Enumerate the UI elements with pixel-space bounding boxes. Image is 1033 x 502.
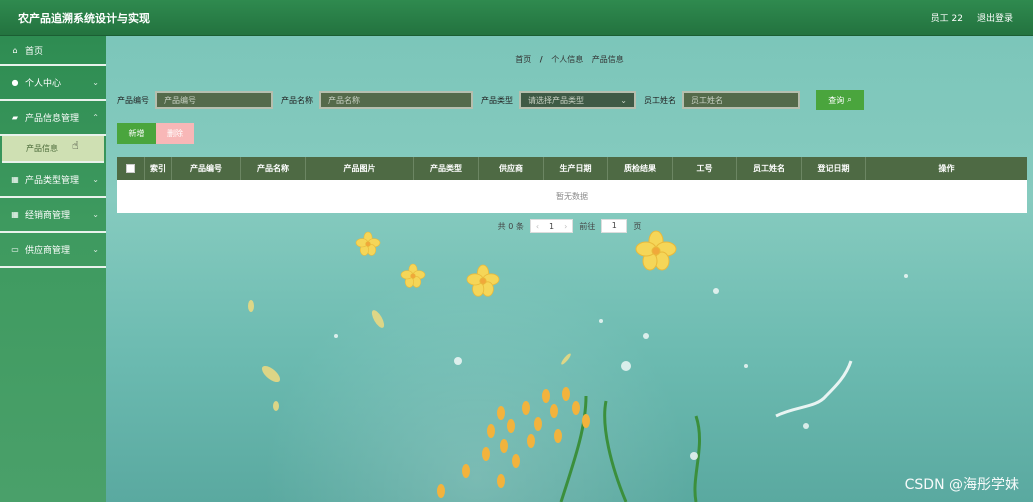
current-user: 员工 22 <box>930 14 963 24</box>
chevron-down-icon: ⌄ <box>92 245 99 254</box>
total-count: 共 0 条 <box>497 221 524 231</box>
column-header: 生产日期 <box>544 157 608 180</box>
home-icon: ⌂ <box>12 45 18 55</box>
top-bar: 农产品追溯系统设计与实现 员工 22 退出登录 <box>0 0 1033 36</box>
add-button[interactable]: 新增 <box>117 123 156 144</box>
sidebar-subitem-product-info[interactable]: 产品信息 ☝ <box>2 136 104 163</box>
chevron-up-icon: ⌃ <box>92 113 99 122</box>
sidebar-item-personal-center[interactable]: ● 个人中心 ⌄ <box>0 66 106 101</box>
query-button[interactable]: 查询 ⌕ <box>816 90 864 110</box>
column-header: 工号 <box>673 157 737 180</box>
column-header: 质检结果 <box>608 157 673 180</box>
user-icon: ● <box>11 78 19 87</box>
column-header: 产品图片 <box>306 157 414 180</box>
staff-name-label: 员工姓名 <box>644 95 676 105</box>
hand-cursor-icon: ☝ <box>72 139 79 152</box>
column-header: 产品名称 <box>241 157 306 180</box>
breadcrumb-parent[interactable]: 个人信息 <box>551 55 583 64</box>
breadcrumb-separator: / <box>539 55 543 64</box>
staff-name-input[interactable]: 员工姓名 <box>682 91 800 109</box>
water-splash-illustration <box>775 360 853 418</box>
sidebar-item-home[interactable]: ⌂ 首页 <box>0 36 106 66</box>
table-header: 索引 产品编号 产品名称 产品图片 产品类型 供应商 生产日期 质检结果 工号 … <box>117 157 1027 180</box>
chevron-down-icon: ⌄ <box>620 95 627 105</box>
product-name-label: 产品名称 <box>281 95 313 105</box>
flower-icon <box>635 230 677 271</box>
chevron-down-icon: ⌄ <box>92 175 99 184</box>
flower-icon <box>466 264 500 297</box>
current-page[interactable]: 1 <box>544 222 559 231</box>
breadcrumb-current: 产品信息 <box>591 55 624 64</box>
logout-link[interactable]: 退出登录 <box>977 11 1013 24</box>
prev-page-icon[interactable]: ‹ <box>531 222 544 231</box>
grid-icon: ▦ <box>11 175 19 184</box>
delete-button[interactable]: 删除 <box>156 123 194 144</box>
next-page-icon[interactable]: › <box>559 222 572 231</box>
sidebar-item-product-type-management[interactable]: ▦ 产品类型管理 ⌄ <box>0 163 106 198</box>
product-type-label: 产品类型 <box>481 95 513 105</box>
column-header: 登记日期 <box>802 157 866 180</box>
sidebar-item-dealer-management[interactable]: ▦ 经销商管理 ⌄ <box>0 198 106 233</box>
column-header: 员工姓名 <box>737 157 802 180</box>
chevron-down-icon: ⌄ <box>92 78 99 87</box>
product-table: 索引 产品编号 产品名称 产品图片 产品类型 供应商 生产日期 质检结果 工号 … <box>117 157 1027 213</box>
main-content: 首页 / 个人信息 产品信息 产品编号 产品编号 产品名称 产品名称 产品类型 … <box>106 36 1033 502</box>
monitor-icon: ▭ <box>11 245 19 254</box>
column-header: 产品编号 <box>172 157 241 180</box>
grid-icon: ▦ <box>11 210 19 219</box>
search-icon: ⌕ <box>847 95 852 104</box>
page-unit-label: 页 <box>633 221 642 231</box>
product-code-label: 产品编号 <box>117 95 149 105</box>
action-buttons: 新增 删除 <box>117 123 194 144</box>
sidebar-item-supplier-management[interactable]: ▭ 供应商管理 ⌄ <box>0 233 106 268</box>
goto-page-input[interactable]: 1 <box>601 219 628 233</box>
column-header: 产品类型 <box>414 157 479 180</box>
column-header: 供应商 <box>479 157 544 180</box>
empty-table-message: 暂无数据 <box>117 180 1027 213</box>
column-header: 索引 <box>145 157 172 180</box>
search-form: 产品编号 产品编号 产品名称 产品名称 产品类型 请选择产品类型 ⌄ 员工姓名 … <box>117 90 864 110</box>
breadcrumb: 首页 / 个人信息 产品信息 <box>106 54 1033 65</box>
chevron-down-icon: ⌄ <box>92 210 99 219</box>
page-nav: ‹ 1 › <box>529 219 574 233</box>
product-code-input[interactable]: 产品编号 <box>155 91 273 109</box>
flower-icon <box>400 263 426 288</box>
product-type-select[interactable]: 请选择产品类型 ⌄ <box>519 91 636 109</box>
sidebar-item-product-info-management[interactable]: ▰ 产品信息管理 ⌃ <box>0 101 106 136</box>
folder-icon: ▰ <box>11 113 19 122</box>
watermark: CSDN @海彤学妹 <box>904 477 1019 493</box>
product-name-input[interactable]: 产品名称 <box>319 91 473 109</box>
pagination: 共 0 条 ‹ 1 › 前往 1 页 <box>106 219 1033 233</box>
select-all-checkbox[interactable] <box>117 157 145 180</box>
flower-icon <box>355 231 381 256</box>
column-header: 操作 <box>938 164 955 173</box>
sidebar: ⌂ 首页 ● 个人中心 ⌄ ▰ 产品信息管理 ⌃ 产品信息 ☝ ▦ 产品类型管理… <box>0 36 106 502</box>
goto-label: 前往 <box>579 221 596 231</box>
app-title: 农产品追溯系统设计与实现 <box>18 11 150 25</box>
rice-stalk-illustration <box>559 395 701 502</box>
breadcrumb-home[interactable]: 首页 <box>515 55 531 64</box>
